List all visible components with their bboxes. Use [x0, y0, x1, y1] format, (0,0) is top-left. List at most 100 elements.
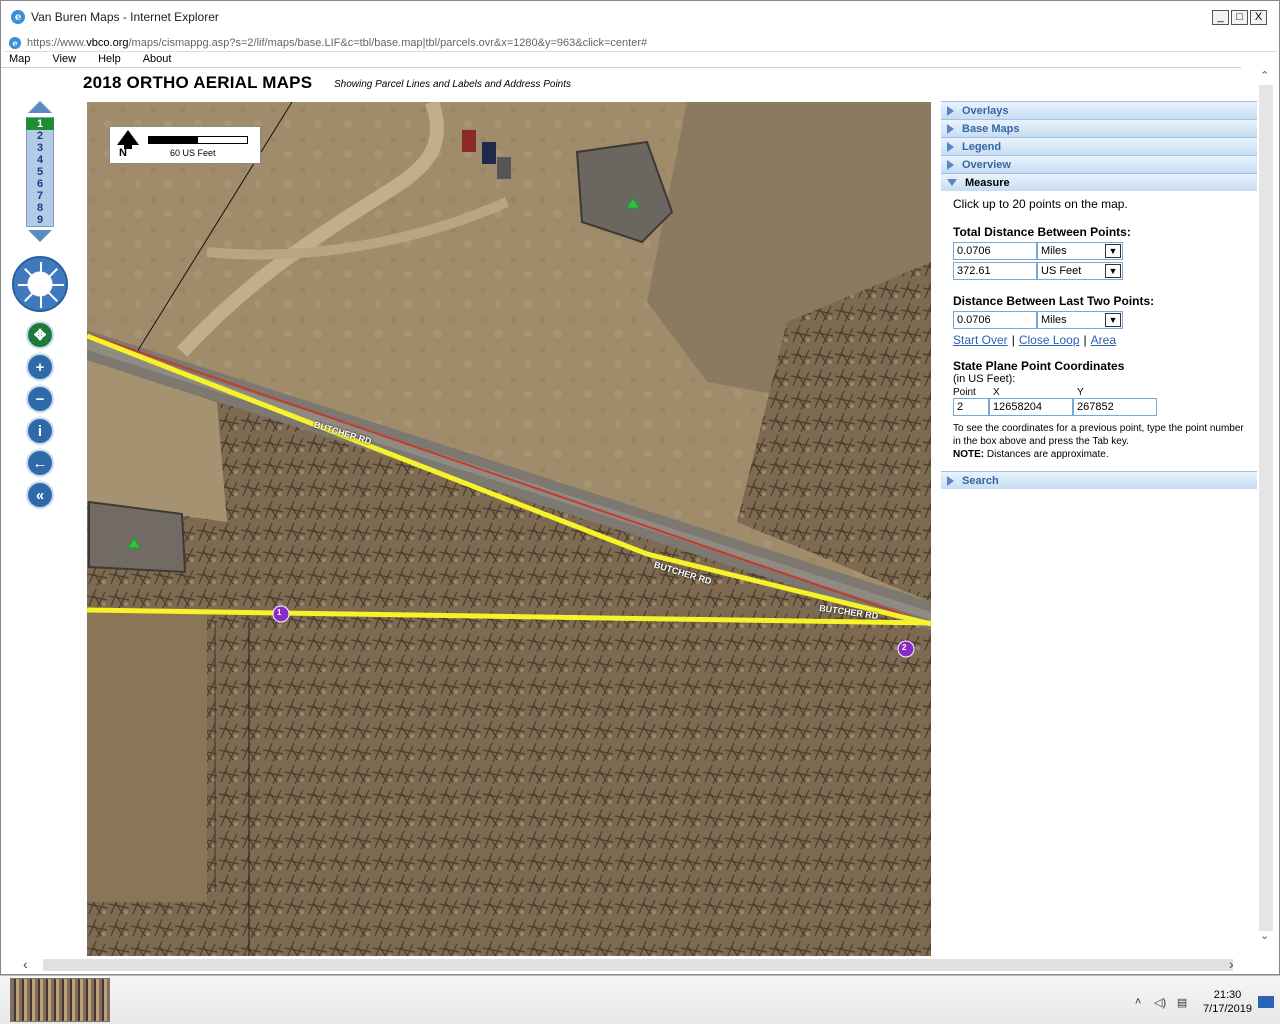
minimize-button[interactable]: _ — [1212, 10, 1229, 25]
aerial-imagery — [87, 102, 931, 956]
x-coordinate-field[interactable]: 12658204 — [989, 398, 1073, 416]
note-rest: Distances are approximate. — [986, 449, 1109, 460]
tools-panel: Overlays Base Maps Legend Overview Measu… — [941, 101, 1257, 489]
menu-bar: Map View Help About — [1, 53, 1241, 68]
coords-note-text: To see the coordinates for a previous po… — [953, 423, 1244, 447]
coords-head-point: Point — [953, 387, 976, 398]
zoom-in-arrow-icon[interactable] — [28, 101, 52, 113]
menu-view[interactable]: View — [52, 53, 76, 67]
panel-search-label: Search — [962, 474, 999, 487]
coords-note: To see the coordinates for a previous po… — [953, 422, 1253, 461]
zoom-level-7[interactable]: 7 — [26, 190, 54, 202]
tray-expand-icon[interactable]: ˄ — [1131, 996, 1145, 1008]
panel-legend[interactable]: Legend — [941, 137, 1257, 155]
expand-icon — [947, 123, 954, 134]
address-bar[interactable]: e https://www. vbco.org/maps/cismappg.asp… — [5, 34, 1277, 52]
zoom-out-arrow-icon[interactable] — [28, 230, 52, 242]
last-unit-select[interactable]: Miles ▼ — [1037, 311, 1123, 329]
scroll-thumb[interactable] — [1259, 85, 1273, 931]
zoom-in-tool-icon[interactable]: + — [26, 353, 54, 381]
aerial-map[interactable]: BUTCHER RD BUTCHER RD BUTCHER RD 1 2 N 6… — [87, 102, 931, 956]
zoom-level-8[interactable]: 8 — [26, 202, 54, 214]
chevron-down-icon[interactable]: ▼ — [1105, 244, 1121, 258]
scroll-right-icon[interactable]: › — [1229, 956, 1234, 972]
measure-section: Click up to 20 points on the map. Total … — [941, 191, 1257, 471]
browser-window: e Van Buren Maps - Internet Explorer _ □… — [0, 0, 1280, 975]
notification-icon[interactable] — [1258, 996, 1274, 1008]
scroll-up-icon[interactable]: ⌃ — [1260, 69, 1269, 82]
note-bold: NOTE: — [953, 449, 985, 460]
measure-hint: Click up to 20 points on the map. — [953, 197, 1128, 211]
expand-icon — [947, 141, 954, 152]
scale-bar: N 60 US Feet — [109, 126, 261, 164]
expand-icon — [947, 105, 954, 116]
chevron-down-icon[interactable]: ▼ — [1105, 313, 1121, 327]
measure-point-2[interactable]: 2 — [902, 643, 906, 652]
total-distance-miles-field[interactable]: 0.0706 — [953, 242, 1037, 260]
page-title: 2018 ORTHO AERIAL MAPS — [83, 73, 313, 92]
pan-tool-icon[interactable]: ✥ — [26, 321, 54, 349]
zoom-level-6[interactable]: 6 — [26, 178, 54, 190]
chevron-down-icon[interactable]: ▼ — [1105, 264, 1121, 278]
page-subtitle: Showing Parcel Lines and Labels and Addr… — [334, 79, 572, 90]
last-two-label: Distance Between Last Two Points: — [953, 294, 1155, 308]
network-icon[interactable]: ▤ — [1175, 996, 1189, 1009]
measure-point-1[interactable]: 1 — [277, 608, 281, 617]
panel-overview[interactable]: Overview — [941, 155, 1257, 173]
taskbar-window-thumbnail[interactable] — [10, 978, 110, 1022]
clock[interactable]: 21:30 7/17/2019 — [1203, 988, 1252, 1016]
point-number-field[interactable]: 2 — [953, 398, 989, 416]
maximize-button[interactable]: □ — [1231, 10, 1248, 25]
last-distance-field[interactable]: 0.0706 — [953, 311, 1037, 329]
coords-label: State Plane Point Coordinates — [953, 359, 1125, 373]
start-over-link[interactable]: Start Over — [953, 333, 1008, 347]
info-tool-icon[interactable]: i — [26, 417, 54, 445]
zoom-out-tool-icon[interactable]: − — [26, 385, 54, 413]
menu-help[interactable]: Help — [98, 53, 121, 67]
close-loop-link[interactable]: Close Loop — [1019, 333, 1080, 347]
hscroll-thumb[interactable] — [43, 959, 1233, 971]
panel-legend-label: Legend — [962, 140, 1002, 153]
area-link[interactable]: Area — [1091, 333, 1116, 347]
coords-head-x: X — [993, 387, 1000, 398]
vertical-scrollbar[interactable]: ⌃ ⌄ — [1257, 69, 1277, 949]
zoom-level-5[interactable]: 5 — [26, 166, 54, 178]
full-extent-tool-icon[interactable]: « — [26, 481, 54, 509]
volume-icon[interactable]: ◁) — [1153, 996, 1167, 1009]
zoom-slider: 1 2 3 4 5 6 7 8 9 — [25, 101, 55, 242]
panel-base-maps[interactable]: Base Maps — [941, 119, 1257, 137]
pan-compass-icon[interactable] — [12, 256, 68, 312]
measure-links: Start Over | Close Loop | Area — [953, 333, 1117, 347]
scroll-down-icon[interactable]: ⌄ — [1260, 929, 1269, 942]
zoom-level-3[interactable]: 3 — [26, 142, 54, 154]
system-tray: ˄ ◁) ▤ 21:30 7/17/2019 — [1131, 988, 1280, 1016]
zoom-level-9[interactable]: 9 — [26, 214, 54, 226]
total-unit-select-1[interactable]: Miles ▼ — [1037, 242, 1123, 260]
y-coordinate-field[interactable]: 267852 — [1073, 398, 1157, 416]
panel-overview-label: Overview — [962, 158, 1011, 171]
total-unit-select-2[interactable]: US Feet ▼ — [1037, 262, 1123, 280]
panel-base-maps-label: Base Maps — [962, 122, 1020, 135]
expand-icon — [947, 159, 954, 170]
panel-search[interactable]: Search — [941, 471, 1257, 489]
panel-measure[interactable]: Measure — [941, 173, 1257, 191]
zoom-level-1[interactable]: 1 — [26, 118, 54, 130]
url-prefix: https://www. — [27, 36, 87, 49]
title-bar: e Van Buren Maps - Internet Explorer _ □… — [1, 1, 1279, 33]
panel-overlays[interactable]: Overlays — [941, 101, 1257, 119]
clock-time: 21:30 — [1213, 989, 1242, 1001]
back-tool-icon[interactable]: ← — [26, 449, 54, 477]
zoom-level-2[interactable]: 2 — [26, 130, 54, 142]
menu-map[interactable]: Map — [9, 53, 30, 67]
clock-date: 7/17/2019 — [1203, 1003, 1252, 1015]
coords-sublabel: (in US Feet): — [953, 373, 1016, 385]
menu-about[interactable]: About — [143, 53, 172, 67]
coords-head-y: Y — [1077, 387, 1084, 398]
total-distance-feet-field[interactable]: 372.61 — [953, 262, 1037, 280]
zoom-level-4[interactable]: 4 — [26, 154, 54, 166]
scroll-left-icon[interactable]: ‹ — [23, 956, 28, 972]
url-domain: vbco.org — [86, 36, 129, 49]
close-button[interactable]: X — [1250, 10, 1267, 25]
last-unit-value: Miles — [1041, 314, 1067, 326]
horizontal-scrollbar[interactable]: ‹ › — [21, 956, 1251, 974]
